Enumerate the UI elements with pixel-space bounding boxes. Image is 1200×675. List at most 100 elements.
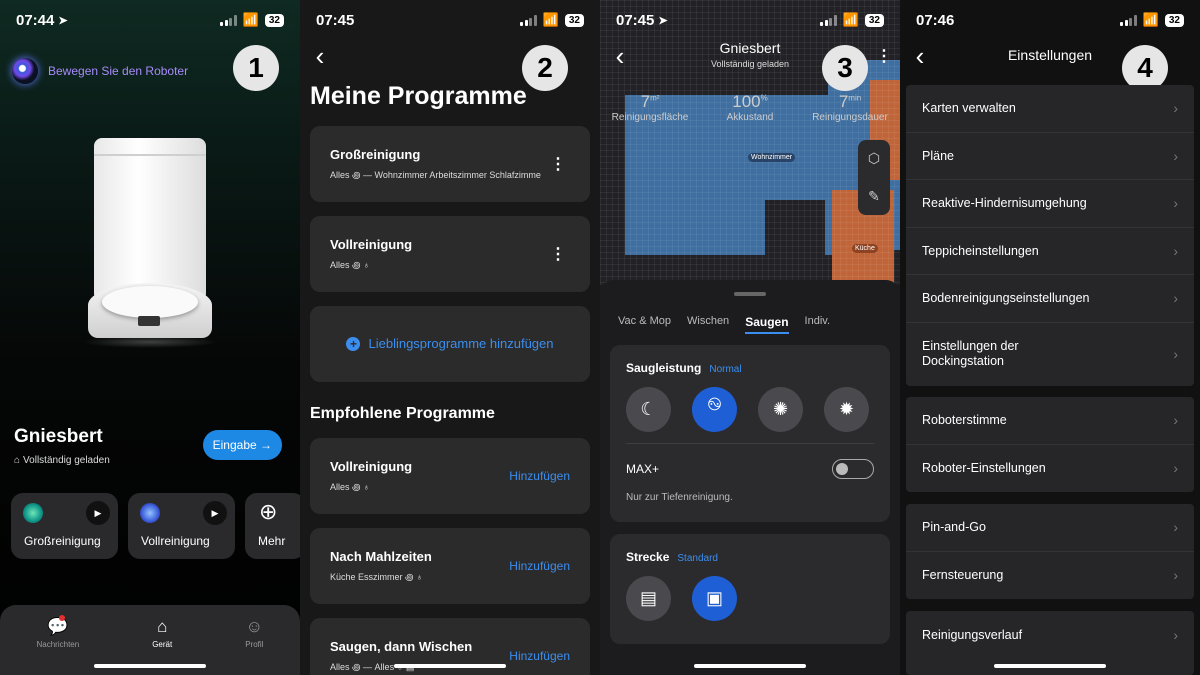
suction-title: Saugleistung — [626, 361, 702, 375]
battery-icon: 32 — [564, 13, 584, 27]
more-options-icon[interactable]: ⋮ — [550, 154, 566, 174]
route-deep-button[interactable]: ▤ — [626, 576, 671, 621]
program-subtitle: Alles ꩜ — Wohnzimmer Arbeitszimmer Schla… — [330, 170, 541, 180]
max-label: MAX+ — [626, 462, 660, 476]
program-card-grossreinigung[interactable]: ▶ Großreinigung — [11, 493, 118, 559]
normal-mode-button[interactable]: ࿊ — [692, 387, 737, 432]
program-card-vollreinigung[interactable]: ▶ Vollreinigung — [128, 493, 235, 559]
settings-item[interactable]: Roboter-Einstellungen › — [906, 445, 1194, 493]
program-card[interactable]: Vollreinigung Alles ꩜ ♁ ⋮ — [310, 216, 590, 292]
stat-label: Akkustand — [726, 112, 774, 123]
program-title: Saugen, dann Wischen — [330, 639, 473, 654]
edit-map-icon[interactable]: ✎ — [868, 188, 880, 205]
settings-group-1: Karten verwalten › Pläne › Reaktive-Hinder… — [906, 85, 1194, 386]
status-bar: 07:45 📶 32 — [300, 0, 600, 40]
settings-group-3: Pin-and-Go › Fernsteuerung › — [906, 504, 1194, 599]
chevron-right-icon: › — [1173, 519, 1178, 536]
settings-group-2: Roboterstimme › Roboter-Einstellungen › — [906, 397, 1194, 492]
cleaning-mode-screen: Wohnzimmer Küche 07:45 ➤ 📶 32 ‹ Gniesbert… — [600, 0, 900, 675]
settings-item[interactable]: Teppicheinstellungen › — [906, 228, 1194, 275]
stat-value: 7 — [640, 92, 651, 111]
move-robot-button[interactable]: Bewegen Sie den Roboter — [12, 58, 188, 84]
settings-item-label: Reinigungsverlauf — [922, 627, 1023, 642]
program-label: Großreinigung — [24, 534, 101, 548]
add-program-link[interactable]: Hinzufügen — [509, 559, 570, 573]
more-programs-card[interactable]: ⊕ Mehr — [245, 493, 300, 559]
chevron-right-icon: › — [1173, 626, 1178, 643]
quiet-mode-button[interactable]: ☾ — [626, 387, 671, 432]
zigzag-route-icon: ▤ — [639, 588, 657, 608]
sheet-handle[interactable] — [734, 292, 766, 296]
battery-icon: 32 — [1164, 13, 1184, 27]
swirl-icon: ࿊ — [707, 393, 722, 414]
move-robot-label: Bewegen Sie den Roboter — [48, 64, 189, 78]
settings-item[interactable]: Reinigungsverlauf › — [906, 611, 1194, 659]
home-indicator — [694, 664, 806, 668]
max-toggle[interactable] — [832, 459, 874, 479]
chevron-right-icon: › — [1173, 345, 1178, 362]
stat-unit: % — [760, 93, 768, 103]
tab-wischen[interactable]: Wischen — [687, 315, 729, 334]
tab-profile[interactable]: ☺ Profil — [245, 617, 263, 675]
home-icon: ⌂ — [157, 617, 168, 636]
route-mode-value: Standard — [677, 553, 718, 564]
battery-icon: 32 — [864, 13, 884, 27]
clock: 07:45 — [316, 11, 355, 29]
program-title: Vollreinigung — [330, 237, 413, 252]
stat-value: 7 — [838, 92, 849, 111]
tab-vac-mop[interactable]: Vac & Mop — [618, 315, 671, 334]
settings-item[interactable]: Pläne › — [906, 133, 1194, 180]
settings-item[interactable]: Reaktive-Hindernisumgehung › — [906, 180, 1194, 228]
settings-item[interactable]: Fernsteuerung › — [906, 552, 1194, 600]
settings-item-label: Reaktive-Hindernisumgehung — [922, 196, 1087, 211]
more-options-icon[interactable]: ⋮ — [550, 244, 566, 264]
signal-icon — [220, 14, 237, 26]
input-button[interactable]: Eingabe → — [202, 430, 282, 460]
chevron-right-icon: › — [1173, 412, 1178, 429]
settings-item[interactable]: Bodenreinigungseinstellungen › — [906, 275, 1194, 323]
mode-tabs: Vac & Mop Wischen Saugen Indiv. — [618, 315, 830, 334]
strong-mode-button[interactable]: ✺ — [758, 387, 803, 432]
house-icon: ⌂ — [14, 455, 21, 466]
settings-item[interactable]: Roboterstimme › — [906, 397, 1194, 445]
settings-item-label: Bodenreinigungseinstellungen — [922, 291, 1090, 306]
home-indicator — [994, 664, 1106, 668]
chevron-right-icon: › — [1173, 195, 1178, 212]
play-icon[interactable]: ▶ — [86, 501, 110, 525]
tab-saugen[interactable]: Saugen — [745, 315, 789, 334]
divider — [626, 443, 874, 444]
add-favorite-card[interactable]: + Lieblingsprogramme hinzufügen — [310, 306, 590, 382]
more-options-icon[interactable]: ⋮ — [876, 46, 892, 66]
suction-mode-value: Normal — [709, 364, 742, 375]
stat-label: Reinigungsfläche — [611, 112, 689, 123]
settings-item[interactable]: Pin-and-Go › — [906, 504, 1194, 552]
back-chevron-icon[interactable]: ‹ — [308, 41, 332, 71]
room-label-kitchen: Küche — [852, 244, 878, 253]
program-card[interactable]: Großreinigung Alles ꩜ — Wohnzimmer Arbei… — [310, 126, 590, 202]
3d-cube-icon[interactable]: ⬡ — [868, 150, 880, 167]
settings-screen: 07:46 📶 32 ‹ Einstellungen 4 Karten verw… — [900, 0, 1200, 675]
stat-unit: m² — [650, 93, 660, 103]
chat-icon: 💬 — [47, 617, 69, 636]
route-title: Strecke — [626, 550, 670, 564]
suction-panel: Saugleistung Normal ☾ ࿊ ✺ ✹ MAX+ Nur zur … — [610, 345, 890, 522]
settings-item[interactable]: Karten verwalten › — [906, 85, 1194, 133]
add-program-link[interactable]: Hinzufügen — [509, 649, 570, 663]
tab-indiv[interactable]: Indiv. — [805, 315, 830, 334]
play-icon[interactable]: ▶ — [203, 501, 227, 525]
swirl-strong-icon: ✺ — [772, 399, 789, 419]
plus-circle-icon: ⊕ — [259, 499, 278, 524]
stat-value: 100 — [732, 92, 761, 111]
section-title: Empfohlene Programme — [310, 405, 495, 422]
tab-messages[interactable]: 💬 Nachrichten — [37, 615, 79, 675]
stat-label: Reinigungsdauer — [812, 112, 888, 123]
settings-item[interactable]: Einstellungen der Dockingstation › — [906, 323, 1194, 386]
square-route-icon: ▣ — [705, 588, 723, 608]
clock: 07:46 — [916, 11, 955, 29]
wifi-icon: 📶 — [542, 12, 559, 27]
page-title: Meine Programme — [310, 82, 527, 110]
route-panel: Strecke Standard ▤ ▣ — [610, 534, 890, 644]
route-standard-button[interactable]: ▣ — [692, 576, 737, 621]
add-program-link[interactable]: Hinzufügen — [509, 469, 570, 483]
max-mode-button[interactable]: ✹ — [824, 387, 869, 432]
